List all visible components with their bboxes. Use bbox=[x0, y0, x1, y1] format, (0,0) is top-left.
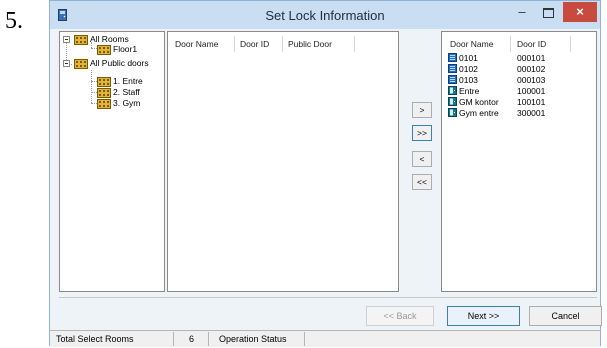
selected-doors-list[interactable]: Door Name Door ID 0101 000101 0102 00010… bbox=[441, 31, 597, 292]
building-icon bbox=[97, 87, 111, 98]
column-header-door-id[interactable]: Door ID bbox=[517, 39, 546, 51]
maximize-icon bbox=[543, 8, 554, 18]
title-bar[interactable]: Set Lock Information – × bbox=[50, 1, 600, 29]
door-name: 0103 bbox=[459, 75, 478, 85]
tree-node-label: All Public doors bbox=[90, 58, 149, 68]
status-bar: Total Select Rooms 6 Operation Status bbox=[50, 330, 600, 347]
add-selected-button[interactable]: > bbox=[412, 102, 432, 118]
tree-node-label: 2. Staff bbox=[113, 87, 140, 97]
building-icon bbox=[97, 44, 111, 55]
tree-node-floor1[interactable]: Floor1 bbox=[97, 44, 137, 55]
tree-node-all-public-doors[interactable]: All Public doors bbox=[74, 58, 149, 69]
available-doors-list[interactable]: Door Name Door ID Public Door bbox=[167, 31, 399, 292]
public-door-icon bbox=[448, 108, 457, 117]
list-item[interactable]: 0101 bbox=[448, 53, 478, 63]
set-lock-window: Set Lock Information – × All Rooms Floor… bbox=[49, 0, 602, 347]
building-icon bbox=[74, 58, 88, 69]
back-button[interactable]: << Back bbox=[366, 306, 434, 326]
list-item[interactable]: GM kontor bbox=[448, 97, 499, 107]
location-tree[interactable]: All Rooms Floor1 All Public doors 1. Ent… bbox=[59, 31, 165, 292]
door-id: 100001 bbox=[517, 86, 546, 96]
building-icon bbox=[74, 34, 88, 45]
tree-node-label: All Rooms bbox=[90, 34, 129, 44]
total-select-rooms-value: 6 bbox=[189, 334, 195, 344]
tree-node-gym[interactable]: 3. Gym bbox=[97, 98, 140, 109]
cancel-button[interactable]: Cancel bbox=[529, 306, 602, 326]
remove-all-button[interactable]: << bbox=[412, 174, 432, 190]
building-icon bbox=[97, 98, 111, 109]
tree-node-entre[interactable]: 1. Entre bbox=[97, 76, 143, 87]
door-id: 100101 bbox=[517, 97, 546, 107]
divider bbox=[59, 297, 597, 298]
door-id: 300001 bbox=[517, 108, 546, 118]
collapse-toggle-icon[interactable] bbox=[63, 36, 70, 43]
door-name: GM kontor bbox=[459, 97, 499, 107]
public-door-icon bbox=[448, 97, 457, 106]
door-name: Gym entre bbox=[459, 108, 499, 118]
add-all-button[interactable]: >> bbox=[412, 125, 432, 141]
close-button[interactable]: × bbox=[563, 2, 597, 22]
tree-node-label: 1. Entre bbox=[113, 76, 143, 86]
room-door-icon bbox=[448, 75, 457, 84]
list-item[interactable]: Gym entre bbox=[448, 108, 499, 118]
collapse-toggle-icon[interactable] bbox=[63, 60, 70, 67]
door-id: 000102 bbox=[517, 64, 546, 74]
tree-node-label: Floor1 bbox=[113, 44, 138, 54]
column-header-door-name[interactable]: Door Name bbox=[450, 39, 493, 51]
door-id: 000101 bbox=[517, 53, 546, 63]
maximize-button[interactable] bbox=[536, 4, 560, 22]
room-door-icon bbox=[448, 64, 457, 73]
door-id: 000103 bbox=[517, 75, 546, 85]
list-item[interactable]: 0102 bbox=[448, 64, 478, 74]
column-header-public-door[interactable]: Public Door bbox=[288, 39, 332, 51]
room-door-icon bbox=[448, 53, 457, 62]
building-icon bbox=[97, 76, 111, 87]
list-item[interactable]: Entre bbox=[448, 86, 479, 96]
tree-node-staff[interactable]: 2. Staff bbox=[97, 87, 140, 98]
column-header-door-id[interactable]: Door ID bbox=[240, 39, 269, 51]
column-header-door-name[interactable]: Door Name bbox=[175, 39, 218, 51]
door-name: 0101 bbox=[459, 53, 478, 63]
operation-status-label: Operation Status bbox=[219, 334, 287, 344]
next-button[interactable]: Next >> bbox=[447, 306, 520, 326]
remove-selected-button[interactable]: < bbox=[412, 151, 432, 167]
door-name: 0102 bbox=[459, 64, 478, 74]
tree-node-label: 3. Gym bbox=[113, 98, 141, 108]
step-number: 5. bbox=[5, 8, 23, 34]
public-door-icon bbox=[448, 86, 457, 95]
minimize-button[interactable]: – bbox=[510, 4, 534, 22]
door-name: Entre bbox=[459, 86, 480, 96]
total-select-rooms-label: Total Select Rooms bbox=[56, 334, 134, 344]
list-item[interactable]: 0103 bbox=[448, 75, 478, 85]
